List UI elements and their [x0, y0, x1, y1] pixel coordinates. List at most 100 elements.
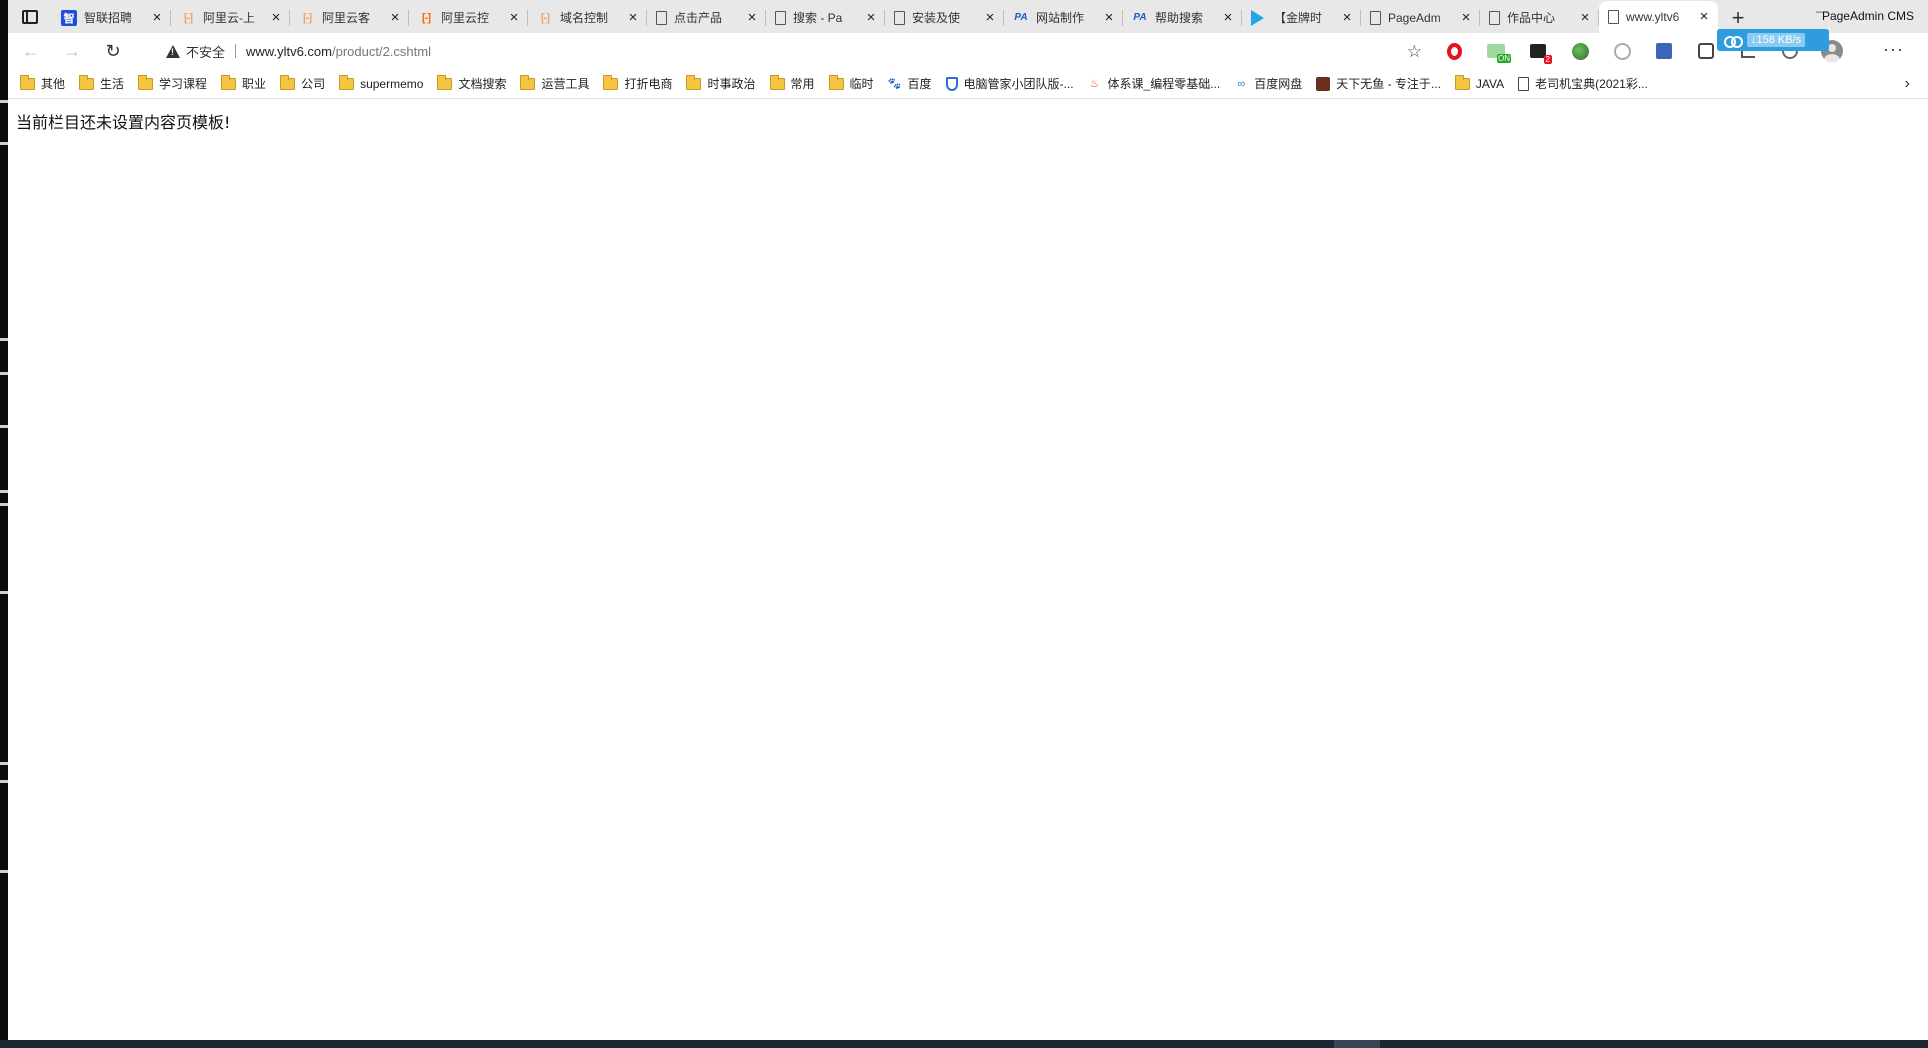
bookmark-item[interactable]: 时事政治 — [686, 74, 756, 92]
url-host: www.yltv6.com — [246, 43, 332, 59]
shield-icon — [945, 76, 958, 91]
close-icon[interactable]: × — [863, 9, 879, 26]
bookmark-item[interactable]: 🐾 百度 — [888, 75, 932, 92]
bookmark-item[interactable]: 天下无鱼 - 专注于... — [1316, 75, 1441, 92]
bookmark-label: 百度网盘 — [1254, 77, 1303, 91]
tab-5[interactable]: 点击产品 × — [647, 2, 766, 33]
folder-icon — [769, 74, 785, 90]
globe-extension-button[interactable] — [1568, 39, 1592, 63]
close-icon[interactable]: × — [744, 9, 760, 26]
forward-button[interactable]: → — [54, 36, 90, 66]
bookmark-label: 学习课程 — [159, 77, 208, 91]
bookmark-item[interactable]: ∞ 百度网盘 — [1234, 75, 1302, 92]
settings-menu-button[interactable]: ··· — [1883, 39, 1904, 60]
tab-2[interactable]: [-] 阿里云客 × — [290, 2, 409, 33]
bookmark-label: 老司机宝典(2021彩... — [1535, 77, 1648, 91]
close-icon[interactable]: × — [1101, 9, 1117, 26]
bookmark-item[interactable]: 电脑管家小团队版-... — [945, 75, 1074, 92]
tab-12[interactable]: 作品中心 × — [1480, 2, 1599, 33]
aliyun-icon: [-] — [541, 11, 550, 24]
folder-icon — [339, 74, 355, 90]
tab-0[interactable]: 智智联招聘 × — [52, 2, 171, 33]
add-favorite-icon[interactable]: ☆ — [1407, 42, 1422, 62]
tab-6[interactable]: 搜索 - Pa × — [766, 2, 885, 33]
tab-1[interactable]: [-] 阿里云-上 × — [171, 2, 290, 33]
on-extension-button[interactable]: ON — [1484, 39, 1511, 63]
edge-streak — [0, 100, 8, 103]
blue-extension-button[interactable] — [1652, 39, 1676, 63]
close-icon[interactable]: × — [149, 9, 165, 26]
tab-8[interactable]: PA 网站制作 × — [1004, 2, 1123, 33]
toolbar: ← → ↻ 不安全 www.yltv6.com/product/2.cshtml… — [8, 33, 1928, 69]
grey-extension-button[interactable] — [1610, 39, 1634, 63]
toggle-extension-icon: ON — [1487, 44, 1511, 63]
bookmark-item[interactable]: 其他 — [20, 74, 65, 92]
bookmark-item[interactable]: 公司 — [280, 74, 325, 92]
dark-extension-button[interactable]: 2 — [1526, 39, 1552, 64]
tab-11[interactable]: PageAdm × — [1361, 2, 1480, 33]
back-button[interactable]: ← — [13, 36, 49, 66]
bookmarks-more-button[interactable]: › — [1905, 75, 1910, 93]
bookmark-label: 常用 — [790, 77, 815, 91]
close-icon[interactable]: × — [982, 9, 998, 26]
tab-title: 阿里云控 — [441, 11, 490, 25]
download-speed-widget[interactable]: ↓158 KB/s — [1717, 29, 1829, 51]
close-icon[interactable]: × — [1696, 9, 1712, 25]
baidu-icon: 🐾 — [887, 78, 902, 90]
page-icon — [1489, 10, 1500, 25]
bookmark-item[interactable]: 职业 — [221, 74, 266, 92]
warning-icon[interactable] — [166, 44, 180, 58]
reload-button[interactable]: ↻ — [95, 36, 131, 66]
grey-extension-icon — [1613, 42, 1631, 60]
notification-badge: 2 — [1543, 55, 1552, 64]
tab-13[interactable]: www.yltv6 × — [1599, 1, 1718, 33]
bookmark-item[interactable]: 运营工具 — [520, 74, 589, 92]
taskbar — [0, 1040, 1928, 1048]
bookmark-item[interactable]: ♨ 体系课_编程零基础... — [1088, 75, 1221, 92]
bookmark-item[interactable]: supermemo — [339, 74, 423, 91]
bookmark-item[interactable]: 临时 — [828, 74, 874, 92]
bookmark-item[interactable]: 文档搜索 — [437, 74, 506, 92]
bookmark-item[interactable]: 生活 — [79, 74, 125, 92]
bookmark-item[interactable]: JAVA — [1454, 74, 1504, 91]
page-icon — [656, 10, 667, 25]
tab-strip: 智智联招聘 × [-] 阿里云-上 × [-] 阿里云客 × [-] 阿里云控 × [-] 域名控制 × 点… — [8, 0, 1928, 33]
bookmark-item[interactable]: 学习课程 — [138, 74, 208, 92]
close-icon[interactable]: × — [387, 9, 403, 26]
close-icon[interactable]: × — [1339, 9, 1355, 26]
page-icon — [1608, 10, 1619, 24]
bookmark-label: 临时 — [849, 77, 874, 91]
close-icon[interactable]: × — [1220, 9, 1236, 26]
close-icon[interactable]: × — [1458, 9, 1474, 26]
bookmark-item[interactable]: 常用 — [769, 74, 815, 92]
tab-actions-button[interactable] — [8, 0, 52, 33]
close-icon[interactable]: × — [506, 9, 522, 26]
address-bar[interactable]: 不安全 www.yltv6.com/product/2.cshtml ☆ — [154, 36, 1430, 66]
bookmark-list: 其他 生活 学习课程 职业 公司 supermemo 文档搜索 运营工具 打折电商 时事政治 常用 临… — [20, 74, 1662, 92]
bookmark-item[interactable]: 打折电商 — [603, 74, 672, 92]
bookmark-label: 生活 — [100, 77, 125, 91]
bookmark-label: 时事政治 — [707, 77, 756, 91]
page-icon — [894, 10, 905, 25]
page-icon — [775, 10, 786, 25]
aliyun-icon: [-] — [303, 11, 312, 24]
close-icon[interactable]: × — [268, 9, 284, 26]
close-icon[interactable]: × — [1577, 9, 1593, 26]
tab-title: 智联招聘 — [84, 11, 133, 25]
taskbar-active-item[interactable] — [1334, 1040, 1380, 1048]
tab-3[interactable]: [-] 阿里云控 × — [409, 2, 528, 33]
folder-icon — [520, 74, 536, 90]
tab-4[interactable]: [-] 域名控制 × — [528, 2, 647, 33]
security-label[interactable]: 不安全 — [186, 42, 225, 61]
tab-list: 智智联招聘 × [-] 阿里云-上 × [-] 阿里云客 × [-] 阿里云控 × [-] 域名控制 × 点… — [52, 0, 1718, 33]
edge-streak — [0, 338, 8, 341]
tab-10[interactable]: 【金牌时 × — [1242, 2, 1361, 33]
tab-9[interactable]: PA 帮助搜索 × — [1123, 2, 1242, 33]
page-icon — [1518, 76, 1530, 91]
close-icon[interactable]: × — [625, 9, 641, 26]
extensions-button[interactable] — [1694, 39, 1718, 63]
aliyun-icon: [-] — [184, 11, 193, 24]
opera-extension-button[interactable] — [1442, 39, 1466, 63]
bookmark-item[interactable]: 老司机宝典(2021彩... — [1518, 75, 1648, 92]
tab-7[interactable]: 安装及使 × — [885, 2, 1004, 33]
